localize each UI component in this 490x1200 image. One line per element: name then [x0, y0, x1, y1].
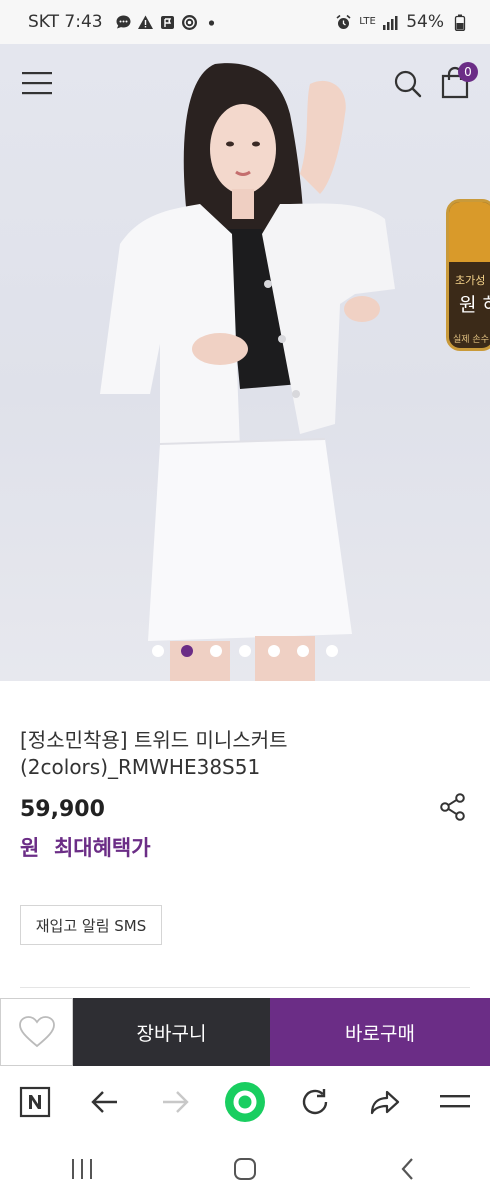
carousel-dot[interactable] — [268, 645, 280, 657]
buy-now-button[interactable]: 바로구매 — [270, 998, 490, 1066]
search-button[interactable] — [393, 69, 423, 99]
browser-toolbar — [0, 1066, 490, 1138]
carousel-dot[interactable] — [210, 645, 222, 657]
menu-lines-icon — [440, 1095, 470, 1108]
green-dot-button[interactable] — [210, 1066, 280, 1138]
back-button[interactable] — [70, 1066, 140, 1138]
heart-icon — [18, 1016, 55, 1048]
carrier-time: SKT 7:43 — [28, 12, 103, 32]
add-to-cart-button[interactable]: 장바구니 — [73, 998, 270, 1066]
menu-icon — [22, 72, 52, 95]
battery-icon — [451, 14, 468, 31]
home-button[interactable] — [163, 1138, 326, 1200]
banner-image — [449, 202, 490, 262]
search-icon — [394, 70, 422, 98]
refresh-button[interactable] — [280, 1066, 350, 1138]
carousel-dot[interactable] — [239, 645, 251, 657]
banner-line2: 원 혀 — [459, 294, 490, 316]
banner-line1: 초가성 — [455, 274, 486, 287]
dot-icon — [203, 14, 220, 31]
recent-apps-button[interactable] — [0, 1138, 163, 1200]
carousel-indicator — [0, 645, 490, 657]
max-benefit-label: 원 최대혜택가 — [20, 836, 151, 860]
refresh-icon — [302, 1089, 328, 1115]
carousel-dot[interactable] — [297, 645, 309, 657]
battery-percent: 54% — [406, 12, 444, 32]
carousel-dot[interactable] — [326, 645, 338, 657]
product-title: [정소민착용] 트위드 미니스커트 (2colors)_RMWHE38S51 — [20, 727, 460, 781]
share-icon — [440, 793, 465, 821]
network-type: LTE — [359, 16, 376, 27]
product-image-carousel[interactable]: 0 초가성 원 혀 실제 손수 — [0, 44, 490, 681]
product-price: 59,900 — [20, 797, 105, 822]
recent-apps-icon — [71, 1159, 92, 1179]
notification-icons — [115, 14, 220, 31]
back-icon — [401, 1158, 413, 1180]
side-promo-banner[interactable]: 초가성 원 혀 실제 손수 — [446, 199, 490, 351]
carousel-dot[interactable] — [152, 645, 164, 657]
alarm-icon — [335, 14, 352, 31]
naver-home-button[interactable] — [0, 1066, 70, 1138]
message-icon — [115, 14, 132, 31]
green-circle-icon — [225, 1082, 265, 1122]
browser-menu-button[interactable] — [420, 1066, 490, 1138]
flag-icon — [159, 14, 176, 31]
alert-icon — [137, 14, 154, 31]
target-icon — [181, 14, 198, 31]
share-page-button[interactable] — [350, 1066, 420, 1138]
carousel-dot[interactable] — [181, 645, 193, 657]
cart-count-badge: 0 — [458, 62, 478, 82]
signal-icon — [382, 14, 399, 31]
status-right: LTE 54% — [335, 12, 468, 32]
system-navigation-bar — [0, 1138, 490, 1200]
banner-line3: 실제 손수 — [453, 335, 489, 345]
divider — [20, 987, 470, 988]
naver-n-icon — [19, 1086, 51, 1118]
forward-arrow-icon — [163, 1091, 189, 1113]
forward-button[interactable] — [140, 1066, 210, 1138]
share-arrow-icon — [370, 1090, 400, 1115]
product-title-line1: [정소민착용] 트위드 미니스커트 — [20, 728, 288, 752]
restock-sms-button[interactable]: 재입고 알림 SMS — [20, 905, 162, 945]
product-photo — [100, 63, 395, 681]
wishlist-button[interactable] — [0, 998, 73, 1066]
status-left: SKT 7:43 — [28, 12, 220, 32]
back-arrow-icon — [91, 1091, 117, 1113]
product-title-line2: (2colors)_RMWHE38S51 — [20, 755, 261, 779]
menu-button[interactable] — [20, 68, 54, 98]
system-back-button[interactable] — [326, 1138, 489, 1200]
share-button[interactable] — [437, 791, 469, 823]
purchase-bar: 장바구니 바로구매 — [0, 998, 490, 1066]
home-icon — [233, 1158, 256, 1180]
status-bar: SKT 7:43 LTE 54% — [0, 0, 490, 44]
